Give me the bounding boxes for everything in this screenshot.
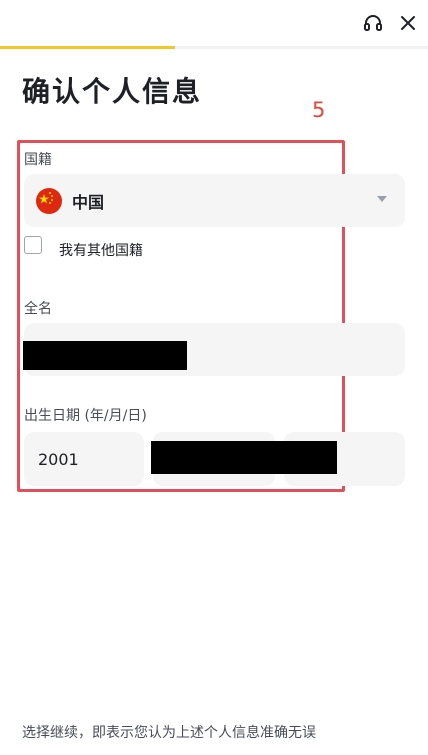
page-title: 确认个人信息 [22,75,203,108]
progress-bar-fill [0,46,176,49]
annotation-number: 5 [312,98,326,122]
dob-year-field[interactable]: 2001 [24,432,144,486]
other-nationality-checkbox[interactable] [24,236,42,254]
footer-notice: 选择继续，即表示您认为上述个人信息准确无误 [22,725,316,741]
full-name-label: 全名 [24,301,52,317]
chevron-down-icon [377,196,387,202]
nationality-value: 中国 [72,192,105,212]
dob-label: 出生日期 (年/月/日) [24,408,147,424]
headset-icon[interactable] [362,12,384,34]
other-nationality-label[interactable]: 我有其他国籍 [59,240,143,260]
nationality-select[interactable]: 中国 [24,174,405,227]
close-icon[interactable] [397,12,419,34]
nationality-label: 国籍 [24,152,52,168]
dob-redaction [151,441,337,474]
full-name-redaction [23,341,187,370]
dob-year-value: 2001 [38,449,79,469]
progress-bar [0,46,428,49]
china-flag-icon [36,187,62,214]
